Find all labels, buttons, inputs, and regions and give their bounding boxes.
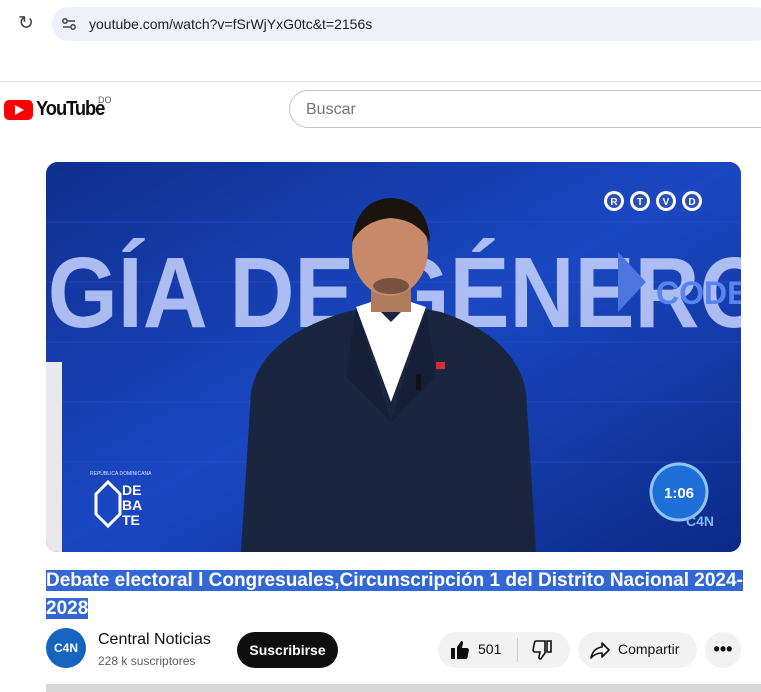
logo-text: YouTube bbox=[36, 98, 105, 120]
debate-te: TE bbox=[122, 512, 140, 528]
subscribe-button[interactable]: Suscribirse bbox=[237, 632, 338, 668]
dislike-button[interactable] bbox=[518, 632, 570, 668]
divider bbox=[0, 81, 761, 82]
search-placeholder: Buscar bbox=[306, 101, 356, 118]
site-info-icon[interactable] bbox=[60, 15, 78, 33]
thumbs-up-icon bbox=[451, 640, 469, 660]
timer-text: 1:06 bbox=[664, 485, 694, 502]
debate-caption: REPÚBLICA DOMINICANA bbox=[90, 470, 152, 477]
url-text[interactable]: youtube.com/watch?v=fSrWjYxG0tc&t=2156s bbox=[89, 16, 372, 32]
country-code: DO bbox=[98, 95, 112, 105]
share-label: Compartir bbox=[618, 641, 680, 657]
address-bar[interactable]: youtube.com/watch?v=fSrWjYxG0tc&t=2156s bbox=[52, 7, 761, 41]
search-input[interactable]: Buscar bbox=[289, 90, 761, 128]
rtvd-d: D bbox=[688, 197, 695, 208]
thumbs-down-icon bbox=[532, 640, 552, 660]
rtvd-t: T bbox=[637, 197, 643, 208]
rtvd-v: V bbox=[663, 197, 670, 208]
rtvd-r: R bbox=[610, 197, 618, 208]
like-count: 501 bbox=[478, 641, 502, 657]
video-player[interactable]: GÍA DE GÉNERO CODE R T V D REPÚBLICA DOM… bbox=[46, 162, 741, 552]
subscriber-count: 228 k suscriptores bbox=[98, 654, 196, 668]
channel-avatar[interactable]: C4N bbox=[46, 628, 86, 668]
share-arrow-icon bbox=[590, 642, 610, 659]
debate-ba: BA bbox=[122, 497, 142, 513]
channel-name[interactable]: Central Noticias bbox=[98, 631, 211, 649]
youtube-play-icon bbox=[4, 100, 33, 120]
channel-row: C4N Central Noticias 228 k suscriptores … bbox=[46, 628, 746, 672]
browser-toolbar: ↻ youtube.com/watch?v=fSrWjYxG0tc&t=2156… bbox=[0, 0, 761, 48]
code-text: CODE bbox=[656, 275, 741, 311]
share-button[interactable]: Compartir bbox=[578, 632, 697, 668]
content-below-edge bbox=[46, 684, 761, 692]
network-logo: C4N bbox=[686, 513, 714, 529]
video-title: Debate electoral l Congresuales,Circunsc… bbox=[46, 567, 746, 623]
like-dislike-group: 501 bbox=[438, 632, 570, 668]
reload-icon[interactable]: ↻ bbox=[14, 12, 38, 36]
more-options-button[interactable]: ••• bbox=[705, 632, 741, 668]
debate-de: DE bbox=[122, 482, 141, 498]
left-person-edge bbox=[46, 362, 62, 552]
video-frame: GÍA DE GÉNERO CODE R T V D REPÚBLICA DOM… bbox=[46, 162, 741, 552]
video-title-text: Debate electoral l Congresuales,Circunsc… bbox=[46, 570, 743, 619]
like-button[interactable]: 501 bbox=[438, 632, 516, 668]
